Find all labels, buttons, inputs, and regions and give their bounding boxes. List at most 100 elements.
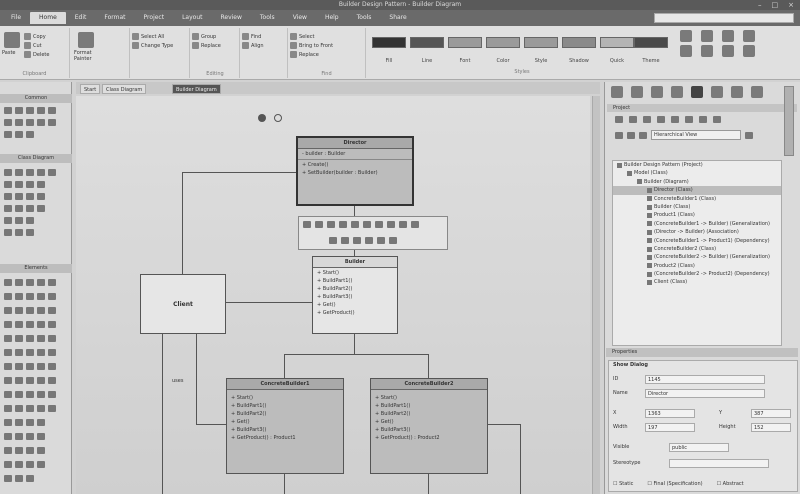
elem-k-icon[interactable] xyxy=(4,307,12,314)
height-field[interactable]: 152 xyxy=(751,423,791,432)
elem-ah-icon[interactable] xyxy=(37,363,45,370)
note-link-tool-icon[interactable] xyxy=(26,193,34,200)
search-panel-icon[interactable] xyxy=(731,86,743,98)
concrete-builder-2-class-box[interactable]: ConcreteBuilder2 + Start() + BuildPart1(… xyxy=(370,378,488,474)
composition-tool-icon[interactable] xyxy=(4,193,12,200)
settings-icon[interactable] xyxy=(751,86,763,98)
link-tool-icon[interactable] xyxy=(15,131,23,138)
minimize-button[interactable]: – xyxy=(758,1,762,9)
style-swatch-7[interactable] xyxy=(600,37,634,48)
float-line-icon[interactable] xyxy=(315,221,323,228)
image-icon[interactable] xyxy=(743,30,755,42)
client-class-box[interactable]: Client xyxy=(140,274,226,334)
style-swatch-6[interactable] xyxy=(562,37,596,48)
format-painter-icon[interactable] xyxy=(78,32,94,48)
elem-ba-icon[interactable] xyxy=(26,419,34,426)
elem-ay-icon[interactable] xyxy=(4,419,12,426)
float-layer-icon[interactable] xyxy=(387,221,395,228)
group-button[interactable]: Group xyxy=(192,32,221,41)
elem-b-icon[interactable] xyxy=(15,279,23,286)
float-font-icon[interactable] xyxy=(327,221,335,228)
connector-line[interactable] xyxy=(182,172,183,274)
toolbox-section-common[interactable]: Common xyxy=(0,94,72,103)
elem-r-icon[interactable] xyxy=(26,321,34,328)
tree-item[interactable]: Builder (Diagram) xyxy=(613,178,781,186)
elem-aq-icon[interactable] xyxy=(26,391,34,398)
elem-ax-icon[interactable] xyxy=(48,405,56,412)
view-icon-3[interactable] xyxy=(639,131,647,139)
elem-ad-icon[interactable] xyxy=(48,349,56,356)
elem-aa-icon[interactable] xyxy=(15,349,23,356)
view-icon-1[interactable] xyxy=(615,131,623,139)
elem-be-icon[interactable] xyxy=(26,433,34,440)
anchor-tool-icon[interactable] xyxy=(4,131,12,138)
connector-line[interactable] xyxy=(284,354,285,378)
table-icon[interactable] xyxy=(680,45,692,57)
history-icon[interactable] xyxy=(711,86,723,98)
elem-aw-icon[interactable] xyxy=(37,405,45,412)
interface-tool-icon[interactable] xyxy=(15,169,23,176)
right-panel-scrollbar[interactable] xyxy=(784,86,794,156)
elem-bd-icon[interactable] xyxy=(15,433,23,440)
float-lock-icon[interactable] xyxy=(375,221,383,228)
template-tool-icon[interactable] xyxy=(4,205,12,212)
float-group-icon[interactable] xyxy=(353,237,361,244)
primitive-tool-icon[interactable] xyxy=(4,229,12,236)
elem-af-icon[interactable] xyxy=(15,363,23,370)
connector-line[interactable] xyxy=(284,474,285,494)
instance-tool-icon[interactable] xyxy=(26,205,34,212)
float-front-icon[interactable] xyxy=(365,237,373,244)
enum-tool-icon[interactable] xyxy=(26,169,34,176)
tree-item[interactable]: ConcreteBuilder2 (Class) xyxy=(613,245,781,253)
tree-item[interactable]: Client (Class) xyxy=(613,278,781,286)
tree-item[interactable]: ConcreteBuilder1 (Class) xyxy=(613,195,781,203)
builder-class-box[interactable]: Builder + Start() + BuildPart1() + Build… xyxy=(312,256,398,334)
connector-line[interactable] xyxy=(284,354,428,355)
elem-m-icon[interactable] xyxy=(26,307,34,314)
elem-x-icon[interactable] xyxy=(37,335,45,342)
group-tool-icon[interactable] xyxy=(48,119,56,126)
float-italic-icon[interactable] xyxy=(351,221,359,228)
menu-file[interactable]: File xyxy=(2,12,30,24)
tab-start[interactable]: Start xyxy=(80,84,101,94)
menu-edit[interactable]: Edit xyxy=(66,12,96,24)
text-tool-icon[interactable] xyxy=(15,107,23,114)
constraint-tool-icon[interactable] xyxy=(37,193,45,200)
connector-line[interactable] xyxy=(226,302,312,303)
tree-item[interactable]: Director (Class) xyxy=(613,186,781,195)
elem-ao-icon[interactable] xyxy=(4,391,12,398)
y-field[interactable]: 387 xyxy=(751,409,791,418)
elem-av-icon[interactable] xyxy=(26,405,34,412)
abstract-checkbox[interactable]: ☐ Abstract xyxy=(717,481,744,487)
select-all-button[interactable]: Select All xyxy=(132,32,173,41)
connector-line[interactable] xyxy=(428,474,429,494)
float-more-icon[interactable] xyxy=(411,221,419,228)
model-icon[interactable] xyxy=(631,86,643,98)
connector-line[interactable] xyxy=(196,424,226,425)
realization-tool-icon[interactable] xyxy=(26,181,34,188)
elem-bq-icon[interactable] xyxy=(26,475,34,482)
rotate-handle-icon[interactable] xyxy=(258,114,266,122)
elem-o-icon[interactable] xyxy=(48,307,56,314)
style-swatch-5[interactable] xyxy=(524,37,558,48)
elem-ai-icon[interactable] xyxy=(48,363,56,370)
usage-tool-icon[interactable] xyxy=(15,193,23,200)
maximize-button[interactable]: □ xyxy=(772,1,779,9)
elem-an-icon[interactable] xyxy=(48,377,56,384)
elem-i-icon[interactable] xyxy=(37,293,45,300)
find-tree-icon[interactable] xyxy=(713,116,721,123)
new-diagram-icon[interactable] xyxy=(629,116,637,123)
elem-ac-icon[interactable] xyxy=(37,349,45,356)
dependency-tool-icon[interactable] xyxy=(15,181,23,188)
pointer-tool-icon[interactable] xyxy=(4,107,12,114)
width-field[interactable]: 197 xyxy=(645,423,695,432)
comment-tool-icon[interactable] xyxy=(26,131,34,138)
port-tool-icon[interactable] xyxy=(4,217,12,224)
float-copy-icon[interactable] xyxy=(329,237,337,244)
gallery-icon[interactable] xyxy=(691,86,703,98)
float-back-icon[interactable] xyxy=(377,237,385,244)
collab-tool-icon[interactable] xyxy=(15,229,23,236)
final-checkbox[interactable]: ☐ Final (Specification) xyxy=(647,481,702,487)
elem-a-icon[interactable] xyxy=(4,279,12,286)
elem-bj-icon[interactable] xyxy=(37,447,45,454)
